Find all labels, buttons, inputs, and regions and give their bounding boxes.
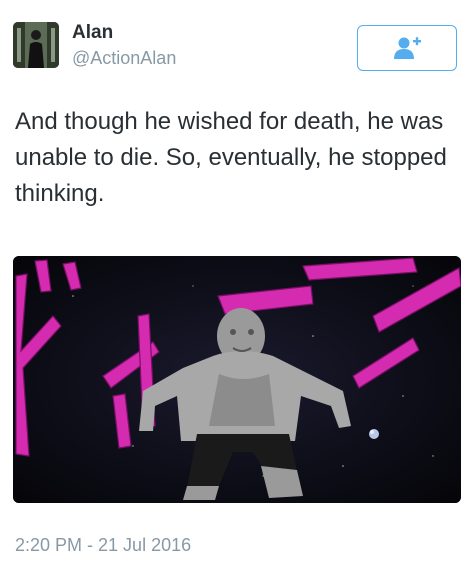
tweet-timestamp[interactable]: 2:20 PM - 21 Jul 2016 (15, 535, 191, 556)
tweet-media[interactable] (13, 256, 461, 503)
tweet-text: And though he wished for death, he was u… (15, 108, 447, 207)
author-avatar[interactable] (13, 22, 59, 68)
author-name[interactable]: Alan (72, 22, 113, 44)
follow-button[interactable] (357, 25, 457, 71)
author-handle[interactable]: @ActionAlan (72, 48, 176, 69)
avatar-figure-icon (13, 22, 59, 68)
stone-figure-in-space-image (13, 256, 461, 503)
add-user-icon (394, 37, 421, 59)
